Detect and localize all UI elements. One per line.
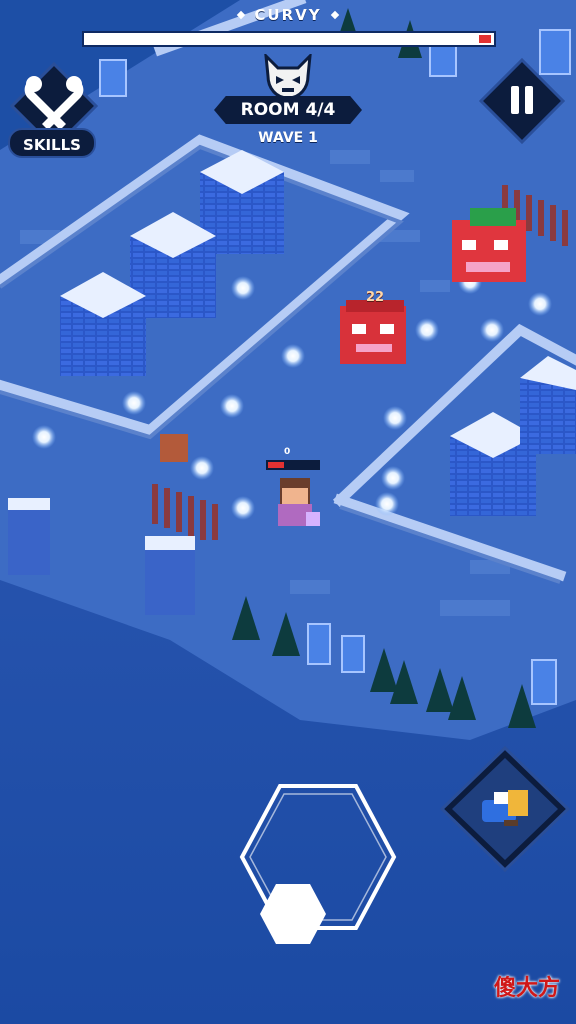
player-hp-text: 0	[284, 447, 291, 457]
room-counter: ROOM 4/4	[214, 96, 362, 124]
crate-enemy	[160, 434, 188, 462]
damage-number: 22	[366, 290, 385, 305]
diamond-icon	[237, 10, 246, 20]
boss-health-fill	[479, 35, 491, 43]
boss-name-text: CURVY	[254, 6, 322, 24]
skills-label[interactable]: SKILLS	[8, 128, 96, 158]
wave-counter: WAVE 1	[258, 130, 318, 146]
diamond-icon	[330, 10, 339, 20]
demon-skull-icon	[264, 54, 312, 100]
enemy-block-1	[340, 300, 406, 364]
boss-health-bar	[82, 31, 496, 47]
watermark: 傻大方	[493, 976, 560, 1001]
joystick-knob[interactable]	[258, 882, 328, 946]
ability-button[interactable]	[438, 744, 572, 874]
boss-name: CURVY	[0, 6, 576, 24]
pause-button[interactable]	[477, 56, 567, 146]
